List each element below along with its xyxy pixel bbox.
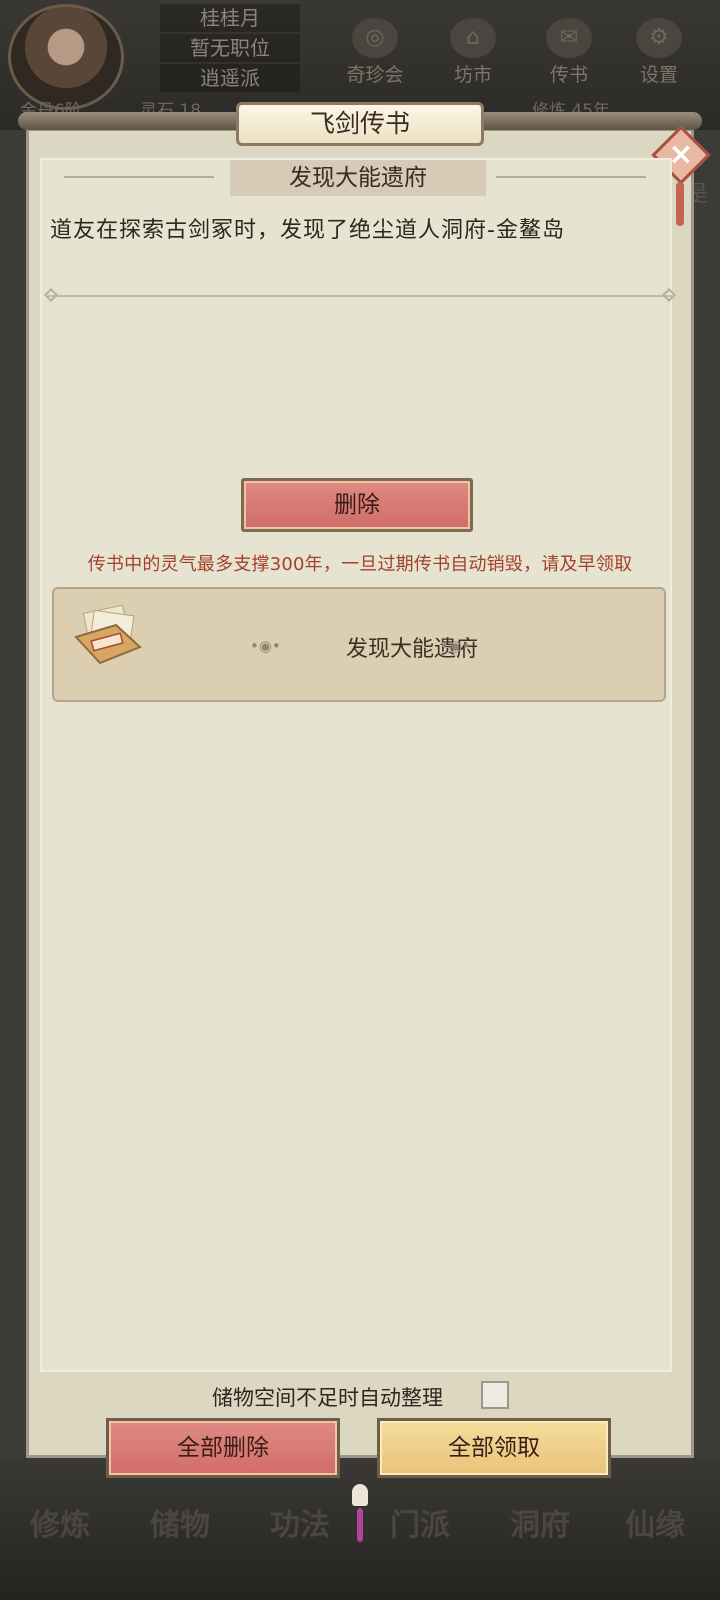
auto-sort-checkbox[interactable] bbox=[481, 1381, 509, 1409]
avatar[interactable] bbox=[8, 4, 124, 110]
top-menu-label: 设置 bbox=[639, 64, 678, 86]
player-info: 桂桂月 暂无职位 逍遥派 bbox=[160, 4, 300, 94]
top-menu-label: 传书 bbox=[549, 64, 588, 86]
ornament-left-icon: •◉• bbox=[250, 637, 281, 655]
gear-icon: ⚙ bbox=[636, 18, 682, 58]
nav-sect[interactable]: 门派 bbox=[365, 1500, 475, 1544]
market-icon: ⌂ bbox=[450, 18, 496, 58]
delete-all-button[interactable]: 全部删除 bbox=[106, 1418, 340, 1478]
top-menu-treasure[interactable]: ◎ 奇珍会 bbox=[338, 18, 412, 87]
letter-bundle-icon bbox=[74, 604, 142, 665]
nav-storage[interactable]: 储物 bbox=[125, 1500, 235, 1544]
ornament-right-icon: •◉• bbox=[440, 637, 471, 655]
top-menu-letter[interactable]: ✉ 传书 bbox=[532, 18, 606, 87]
nav-fate[interactable]: 仙缘 bbox=[600, 1500, 710, 1544]
letter-panel bbox=[40, 158, 672, 1372]
top-menu-label: 坊市 bbox=[453, 64, 492, 86]
player-name: 桂桂月 bbox=[160, 4, 300, 32]
top-menu-settings[interactable]: ⚙ 设置 bbox=[622, 18, 696, 87]
message-divider bbox=[48, 295, 672, 297]
claim-all-button[interactable]: 全部领取 bbox=[377, 1418, 611, 1478]
header-divider-right bbox=[496, 176, 646, 178]
player-position: 暂无职位 bbox=[160, 34, 300, 62]
auto-sort-label: 储物空间不足时自动整理 bbox=[212, 1386, 443, 1410]
nav-cultivate[interactable]: 修炼 bbox=[5, 1500, 115, 1544]
header-divider-left bbox=[64, 176, 214, 178]
player-sect: 逍遥派 bbox=[160, 64, 300, 92]
letter-icon: ✉ bbox=[546, 18, 592, 58]
expiry-warning: 传书中的灵气最多支撑300年，一旦过期传书自动销毁，请及早领取 bbox=[87, 554, 633, 575]
top-menu-market[interactable]: ⌂ 坊市 bbox=[436, 18, 510, 87]
tassel-decoration bbox=[676, 182, 684, 226]
nav-cave[interactable]: 洞府 bbox=[485, 1500, 595, 1544]
message-body: 道友在探索古剑冢时，发现了绝尘道人洞府-金鳌岛 bbox=[50, 218, 565, 243]
letter-title: 发现大能遗府 bbox=[345, 637, 478, 662]
bell-icon bbox=[352, 1484, 368, 1506]
tassel-decoration bbox=[357, 1508, 363, 1542]
dialog-title: 飞剑传书 bbox=[236, 102, 484, 146]
delete-button[interactable]: 删除 bbox=[241, 478, 473, 532]
letter-list-item[interactable]: •◉• 发现大能遗府 •◉• bbox=[52, 587, 666, 702]
treasure-icon: ◎ bbox=[352, 18, 398, 58]
top-menu-label: 奇珍会 bbox=[346, 64, 404, 86]
message-heading: 发现大能遗府 bbox=[230, 160, 486, 196]
nav-skills[interactable]: 功法 bbox=[245, 1500, 355, 1544]
